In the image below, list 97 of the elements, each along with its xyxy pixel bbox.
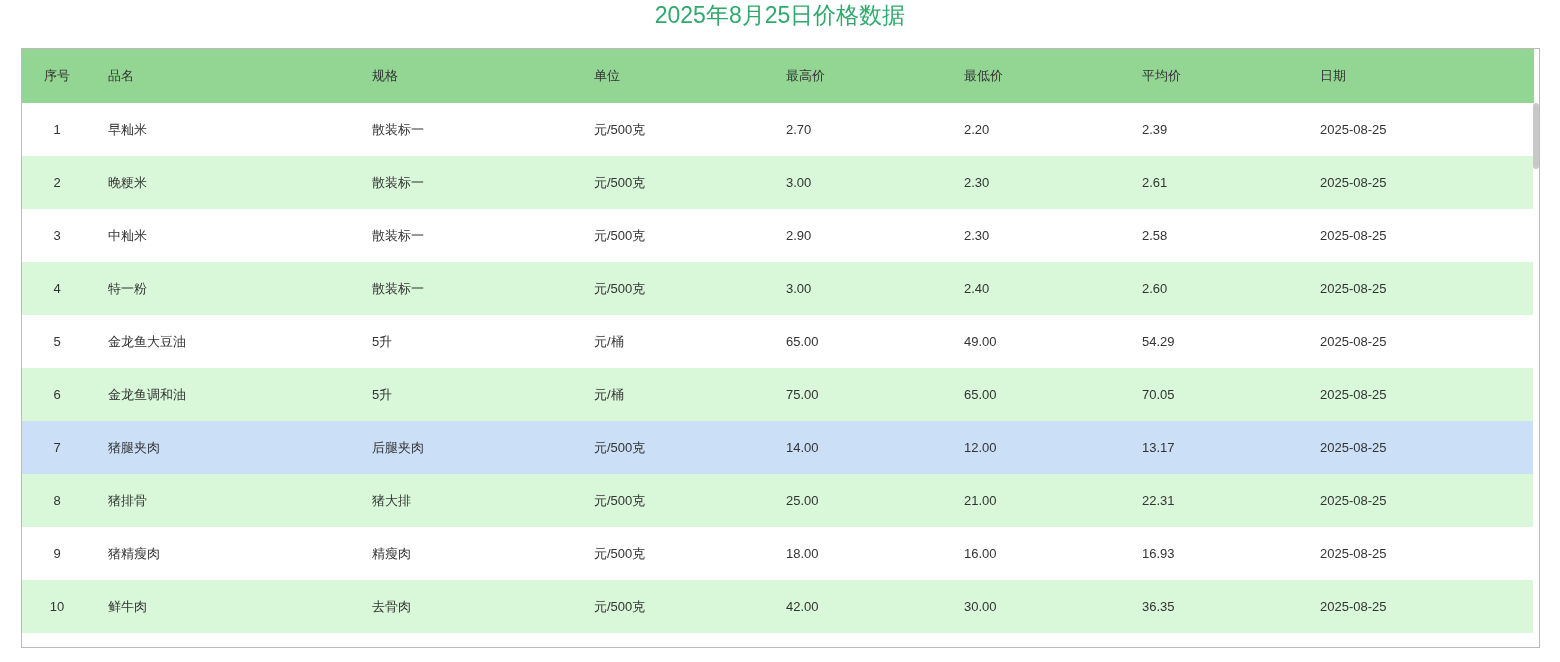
table-row[interactable]: 7 猪腿夹肉 后腿夹肉 元/500克 14.00 12.00 13.17 2025-08-25 (22, 421, 1534, 474)
table-cell: 4 (53, 281, 61, 296)
table-cell: 49.00 (964, 334, 997, 349)
table-cell: 13.17 (1142, 440, 1175, 455)
table-cell: 25.00 (786, 493, 819, 508)
table-row[interactable]: 10 鲜牛肉 去骨肉 元/500克 42.00 30.00 36.35 2025-08-25 (22, 580, 1534, 633)
table-cell: 2025-08-25 (1320, 546, 1387, 561)
table-cell: 14.00 (786, 440, 819, 455)
table-cell: 早籼米 (108, 121, 147, 137)
table-cell: 散装标一 (372, 227, 424, 243)
table-cell: 2025-08-25 (1320, 175, 1387, 190)
table-cell: 75.00 (786, 387, 819, 402)
table-cell: 元/500克 (594, 545, 646, 561)
table-cell: 2.20 (964, 122, 990, 137)
table-cell: 中籼米 (108, 227, 147, 243)
table-cell: 1 (53, 122, 61, 137)
table-cell: 3 (53, 228, 61, 243)
column-header: 最低价 (964, 68, 1003, 83)
table-row[interactable]: 6 金龙鱼调和油 5升 元/桶 75.00 65.00 70.05 2025-08-25 (22, 368, 1534, 421)
column-header: 最高价 (786, 68, 825, 83)
table-cell: 元/500克 (594, 121, 646, 137)
table-cell: 2025-08-25 (1320, 228, 1387, 243)
table-cell: 2025-08-25 (1320, 493, 1387, 508)
table-cell: 后腿夹肉 (372, 439, 424, 455)
table-cell: 2.30 (964, 228, 990, 243)
table-cell: 元/500克 (594, 280, 646, 296)
table-cell: 元/500克 (594, 174, 646, 190)
table-row[interactable]: 8 猪排骨 猪大排 元/500克 25.00 21.00 22.31 2025-08-25 (22, 474, 1534, 527)
table-cell: 7 (53, 440, 61, 455)
page-title: 2025年8月25日价格数据 (654, 1, 906, 30)
table-cell: 金龙鱼调和油 (108, 386, 186, 402)
table-cell: 猪排骨 (108, 492, 147, 508)
table-cell: 元/桶 (594, 386, 624, 402)
table-cell: 65.00 (964, 387, 997, 402)
table-cell: 30.00 (964, 599, 997, 614)
scrollbar-thumb[interactable] (1533, 103, 1539, 169)
column-header: 单位 (594, 68, 620, 83)
table-cell: 16.00 (964, 546, 997, 561)
table-cell: 去骨肉 (372, 598, 411, 614)
table-cell: 2.39 (1142, 122, 1168, 137)
table-cell: 2.40 (964, 281, 990, 296)
table-cell: 2.70 (786, 122, 812, 137)
table-cell: 10 (49, 599, 65, 614)
table-cell: 2.58 (1142, 228, 1168, 243)
column-header: 规格 (372, 68, 398, 83)
column-header: 品名 (108, 68, 134, 83)
table-cell: 65.00 (786, 334, 819, 349)
table-cell: 5升 (372, 333, 393, 349)
table-cell: 5 (53, 334, 61, 349)
table-cell: 元/500克 (594, 598, 646, 614)
column-header: 序号 (44, 68, 70, 83)
table-row[interactable]: 5 金龙鱼大豆油 5升 元/桶 65.00 49.00 54.29 2025-08-25 (22, 315, 1534, 368)
table-row[interactable]: 9 猪精瘦肉 精瘦肉 元/500克 18.00 16.00 16.93 2025-08-25 (22, 527, 1534, 580)
table-row[interactable]: 3 中籼米 散装标一 元/500克 2.90 2.30 2.58 2025-08-25 (22, 209, 1534, 262)
table-cell: 2025-08-25 (1320, 440, 1387, 455)
table-cell: 3.00 (786, 175, 812, 190)
table-cell: 元/500克 (594, 439, 646, 455)
table-cell: 2025-08-25 (1320, 122, 1387, 137)
table-cell: 36.35 (1142, 599, 1175, 614)
table-cell: 散装标一 (372, 174, 424, 190)
table-cell: 鲜牛肉 (108, 598, 147, 614)
table-cell: 16.93 (1142, 546, 1175, 561)
table-cell: 2025-08-25 (1320, 334, 1387, 349)
table-cell: 2.61 (1142, 175, 1168, 190)
table-cell: 21.00 (964, 493, 997, 508)
column-header: 平均价 (1142, 68, 1181, 83)
table-cell: 猪精瘦肉 (108, 545, 160, 561)
table-cell: 金龙鱼大豆油 (108, 333, 186, 349)
table-cell: 猪大排 (372, 492, 411, 508)
table-cell: 2025-08-25 (1320, 281, 1387, 296)
table-cell: 5升 (372, 386, 393, 402)
table-cell: 特一粉 (108, 280, 147, 296)
table-cell: 22.31 (1142, 493, 1175, 508)
table-cell: 元/500克 (594, 227, 646, 243)
table-cell: 9 (53, 546, 61, 561)
table-cell: 猪腿夹肉 (108, 439, 160, 455)
column-header: 日期 (1320, 68, 1346, 83)
table-cell: 54.29 (1142, 334, 1175, 349)
table-cell: 18.00 (786, 546, 819, 561)
table-cell: 散装标一 (372, 121, 424, 137)
table-cell: 晚粳米 (108, 174, 147, 190)
table-cell: 2025-08-25 (1320, 387, 1387, 402)
table-cell: 散装标一 (372, 280, 424, 296)
table-cell: 元/桶 (594, 333, 624, 349)
table-cell: 12.00 (964, 440, 997, 455)
table-cell: 3.00 (786, 281, 812, 296)
table-cell: 元/500克 (594, 492, 646, 508)
table-cell: 8 (53, 493, 61, 508)
table-cell: 2 (53, 175, 61, 190)
table-cell: 6 (53, 387, 61, 402)
table-cell: 2025-08-25 (1320, 599, 1387, 614)
table-cell: 2.60 (1142, 281, 1168, 296)
table-cell: 2.90 (786, 228, 812, 243)
table-cell: 2.30 (964, 175, 990, 190)
table-cell: 42.00 (786, 599, 819, 614)
table-cell: 70.05 (1142, 387, 1175, 402)
table-cell: 精瘦肉 (372, 545, 411, 561)
